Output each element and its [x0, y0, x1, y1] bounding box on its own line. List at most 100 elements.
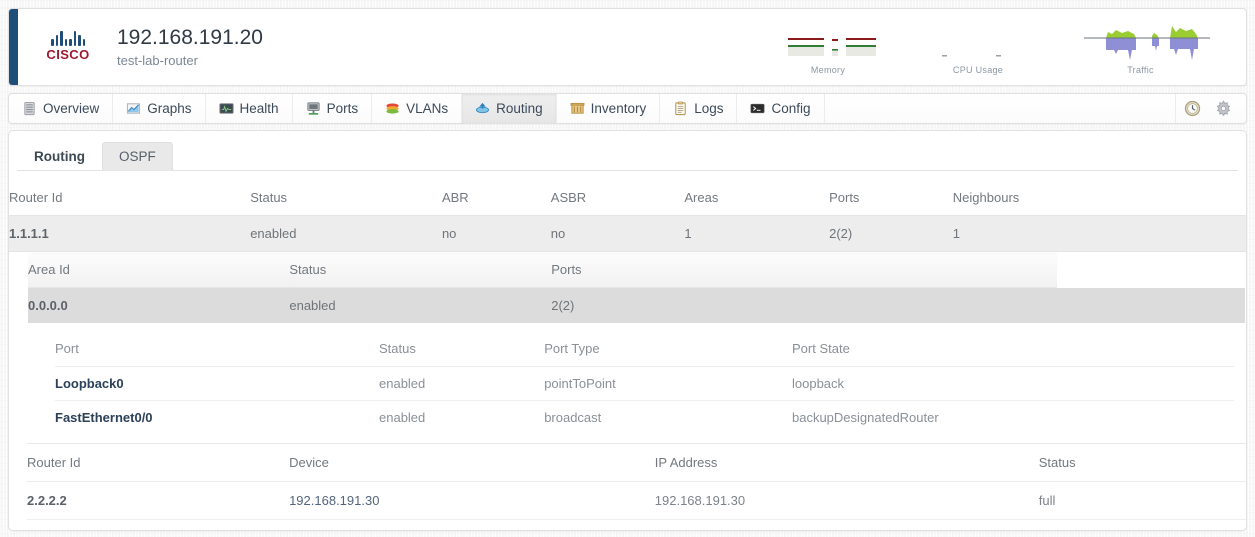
sub-tabs: Routing OSPF: [17, 141, 1238, 171]
nav-tab-vlans[interactable]: VLANs: [372, 94, 463, 123]
widget-cpu-label: CPU Usage: [952, 64, 1004, 75]
port-cell-status: enabled: [379, 366, 545, 401]
neigh-th-router-id: Router Id: [27, 443, 290, 482]
area-th-ports: Ports: [551, 253, 1057, 288]
router-cell-abr: no: [441, 215, 551, 252]
area-th-area-id: Area Id: [28, 253, 290, 288]
port-th-port-type: Port Type: [544, 332, 792, 367]
port-th-port-state: Port State: [791, 332, 1234, 367]
router-th-ports: Ports: [829, 181, 953, 216]
memory-sparkline-icon: [753, 20, 903, 64]
sub-tab-ospf[interactable]: OSPF: [101, 142, 173, 171]
port-cell-port-type: pointToPoint: [544, 366, 792, 401]
port-table: Port Status Port Type Port State Loopbac…: [54, 331, 1235, 435]
neigh-th-status: Status: [1038, 443, 1246, 482]
nested-gap-bottom: [28, 435, 1245, 443]
neigh-th-ip-address: IP Address: [654, 443, 1039, 482]
widget-traffic[interactable]: Traffic: [1053, 20, 1228, 75]
nav-tab-graphs-label: Graphs: [147, 101, 192, 116]
router-th-neighbours: Neighbours: [952, 181, 1246, 216]
gear-icon[interactable]: [1215, 100, 1232, 117]
sub-tab-ospf-label: OSPF: [118, 149, 156, 164]
port-link-loopback0[interactable]: Loopback0: [55, 376, 124, 391]
nav-tab-inventory-label: Inventory: [590, 101, 647, 116]
port-cell-port-state: backupDesignatedRouter: [791, 400, 1234, 434]
nav-tab-logs[interactable]: Logs: [660, 94, 738, 123]
port-table-row[interactable]: FastEthernet0/0 enabled broadcast backup…: [55, 400, 1234, 434]
nav-tab-config-label: Config: [771, 101, 811, 116]
port-th-port: Port: [55, 332, 379, 367]
port-cell-port: Loopback0: [55, 366, 379, 401]
device-header: CISCO 192.168.191.20 test-lab-router Mem…: [8, 8, 1247, 86]
port-table-header-row: Port Status Port Type Port State: [55, 332, 1234, 367]
cisco-wordmark: CISCO: [46, 47, 90, 63]
port-cell-status: enabled: [379, 400, 545, 434]
neigh-device-link[interactable]: 192.168.191.30: [289, 493, 379, 508]
port-link-fastethernet0-0[interactable]: FastEthernet0/0: [55, 410, 153, 425]
cpu-sparkline-icon: [903, 20, 1053, 64]
cisco-bars-icon: [51, 31, 85, 47]
nested-port-wrapper-row: Port Status Port Type Port State Loopbac…: [28, 323, 1245, 443]
nav-tab-ports-label: Ports: [326, 101, 359, 116]
area-th-blank: [1056, 253, 1245, 288]
area-cell-area-id: 0.0.0.0: [28, 287, 290, 323]
neigh-cell-status: full: [1038, 481, 1246, 520]
router-th-areas: Areas: [684, 181, 830, 216]
header-widgets: Memory CPU Usage Traffic: [753, 20, 1246, 75]
chart-icon: [127, 103, 141, 114]
area-table: Area Id Status Ports 0.0.0.0 enabled 2(2…: [27, 252, 1246, 443]
widget-traffic-label: Traffic: [1127, 64, 1154, 75]
port-th-status: Status: [379, 332, 545, 367]
nav-tab-health[interactable]: Health: [206, 94, 293, 123]
router-table-row[interactable]: 1.1.1.1 enabled no no 1 2(2) 1: [9, 215, 1246, 252]
device-hostname: test-lab-router: [117, 53, 198, 69]
traffic-sparkline-icon: [1053, 20, 1228, 64]
terminal-icon: [751, 103, 765, 114]
port-cell-port-state: loopback: [791, 366, 1234, 401]
routing-icon: [476, 102, 490, 114]
neigh-cell-ip-address: 192.168.191.30: [654, 481, 1039, 520]
area-table-row[interactable]: 0.0.0.0 enabled 2(2): [28, 287, 1245, 323]
nav-tab-health-label: Health: [239, 101, 279, 116]
nav-tab-vlans-label: VLANs: [406, 101, 449, 116]
nav-tab-overview[interactable]: Overview: [9, 94, 114, 123]
content-card: Routing OSPF Router Id Status ABR ASBR A…: [8, 130, 1247, 531]
router-cell-status: enabled: [250, 215, 442, 252]
device-titles: 192.168.191.20 test-lab-router: [117, 26, 263, 68]
area-table-header-row: Area Id Status Ports: [28, 253, 1245, 288]
logs-icon: [675, 101, 686, 116]
nested-gap-top: [28, 323, 1245, 331]
nav-tab-inventory[interactable]: Inventory: [557, 94, 661, 123]
nav-tab-graphs[interactable]: Graphs: [113, 94, 206, 123]
nav-right-icons: [1175, 94, 1246, 123]
widget-cpu[interactable]: CPU Usage: [903, 20, 1053, 75]
area-th-status: Status: [289, 253, 552, 288]
nav-tab-routing-label: Routing: [496, 101, 543, 116]
inventory-icon: [570, 102, 585, 114]
sub-tab-routing[interactable]: Routing: [17, 142, 102, 171]
device-accent-bar: [9, 9, 18, 85]
sub-tab-routing-label: Routing: [34, 149, 85, 164]
history-clock-icon[interactable]: [1184, 100, 1201, 117]
router-th-status: Status: [250, 181, 442, 216]
port-cell-port: FastEthernet0/0: [55, 400, 379, 434]
neigh-th-device: Device: [289, 443, 655, 482]
neighbour-table-row[interactable]: 2.2.2.2 192.168.191.30 192.168.191.30 fu…: [27, 481, 1246, 520]
monitor-icon: [219, 103, 234, 114]
neigh-cell-router-id: 2.2.2.2: [27, 481, 290, 520]
port-table-row[interactable]: Loopback0 enabled pointToPoint loopback: [55, 366, 1234, 401]
router-th-abr: ABR: [441, 181, 551, 216]
router-cell-areas: 1: [684, 215, 830, 252]
area-cell-ports: 2(2): [551, 287, 1057, 323]
nested-area-wrapper-row: Area Id Status Ports 0.0.0.0 enabled 2(2…: [9, 252, 1246, 520]
nav-tab-config[interactable]: Config: [737, 94, 825, 123]
vlans-icon: [386, 103, 399, 114]
nav-tab-logs-label: Logs: [694, 101, 724, 116]
widget-memory[interactable]: Memory: [753, 20, 903, 75]
router-th-asbr: ASBR: [550, 181, 685, 216]
router-cell-asbr: no: [550, 215, 685, 252]
nav-tab-ports[interactable]: Ports: [293, 94, 373, 123]
ports-icon: [306, 102, 320, 115]
nav-tab-routing[interactable]: Routing: [462, 94, 557, 123]
